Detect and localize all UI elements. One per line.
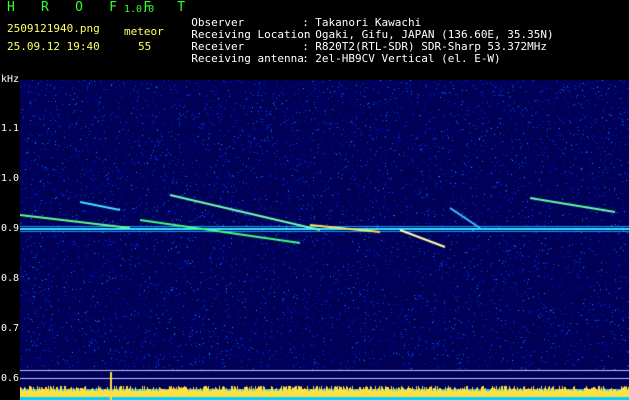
- y-tick-label: 0.7: [1, 323, 20, 334]
- info-key: Receiving antenna: [191, 52, 304, 65]
- meteor-label: meteor: [124, 25, 164, 38]
- capture-datetime: 25.09.12 19:40: [7, 40, 100, 53]
- spectrogram-canvas[interactable]: [20, 80, 629, 400]
- y-tick-label: 1.1: [1, 123, 20, 134]
- info-value: 2el-HB9CV Vertical (el. E-W): [315, 52, 501, 65]
- y-tick-label: 0.9: [1, 223, 20, 234]
- meteor-count: 55: [138, 40, 152, 53]
- y-tick-label: 0.6: [1, 373, 20, 384]
- app-title: H R O F F T: [7, 0, 195, 15]
- y-tick-label: 0.8: [1, 273, 20, 284]
- info-sep: :: [302, 52, 309, 65]
- y-axis-unit: kHz: [1, 74, 20, 85]
- y-tick-label: 1.0: [1, 173, 20, 184]
- info-antenna: Receiving antenna: 2el-HB9CV Vertical (el…: [178, 41, 501, 65]
- image-filename: 2509121940.png: [7, 22, 100, 35]
- app-version: 1.0.0: [124, 4, 155, 15]
